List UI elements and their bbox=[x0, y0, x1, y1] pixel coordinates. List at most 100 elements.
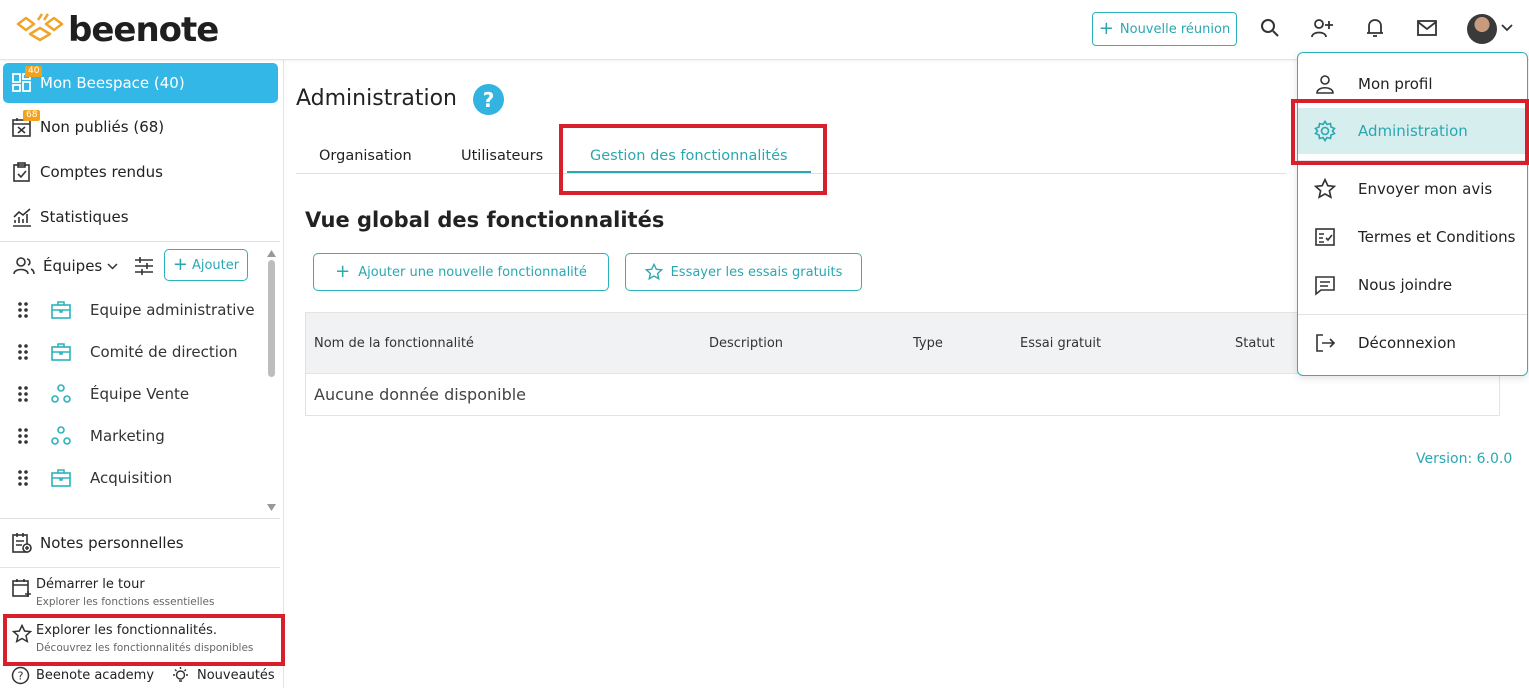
menu-item-label: Mon profil bbox=[1358, 75, 1433, 93]
sidebar-item-statistics[interactable]: Statistiques bbox=[0, 197, 284, 237]
add-user-icon[interactable] bbox=[1310, 16, 1334, 40]
mail-icon[interactable] bbox=[1415, 16, 1439, 40]
divider bbox=[1298, 314, 1527, 315]
beenote-logo[interactable]: beenote bbox=[16, 8, 219, 52]
column-header[interactable]: Description bbox=[709, 336, 783, 351]
team-label: Equipe administrative bbox=[90, 301, 255, 319]
sidebar-item-reports[interactable]: Comptes rendus bbox=[0, 152, 284, 192]
new-meeting-button[interactable]: + Nouvelle réunion bbox=[1092, 12, 1237, 46]
sidebar: 40 Mon Beespace (40) 68 Non publiés (68)… bbox=[0, 60, 284, 688]
drag-handle-icon[interactable] bbox=[17, 301, 29, 319]
sidebar-item-label: Statistiques bbox=[40, 208, 129, 226]
drag-handle-icon[interactable] bbox=[17, 385, 29, 403]
add-team-button[interactable]: + Ajouter bbox=[164, 249, 248, 281]
column-header[interactable]: Type bbox=[913, 336, 943, 351]
sidebar-item-unpublished[interactable]: 68 Non publiés (68) bbox=[0, 107, 284, 147]
logout-icon bbox=[1316, 334, 1336, 352]
chevron-down-icon[interactable] bbox=[107, 263, 118, 270]
top-bar: beenote + Nouvelle réunion bbox=[0, 0, 1529, 60]
user-icon bbox=[1316, 75, 1334, 94]
add-team-label: Ajouter bbox=[191, 257, 240, 273]
news-link[interactable]: Nouveautés bbox=[197, 668, 275, 683]
briefcase-icon bbox=[51, 343, 71, 361]
briefcase-icon bbox=[51, 301, 71, 319]
free-trial-label: Essayer les essais gratuits bbox=[670, 264, 843, 280]
sidebar-item-notes[interactable]: Notes personnelles bbox=[0, 523, 284, 563]
highlight-box bbox=[1291, 99, 1529, 165]
column-header[interactable]: Statut bbox=[1235, 336, 1275, 351]
scrollbar-thumb[interactable] bbox=[268, 260, 275, 377]
column-header[interactable]: Nom de la fonctionnalité bbox=[314, 336, 474, 351]
briefcase-icon bbox=[51, 469, 71, 487]
column-header[interactable]: Essai gratuit bbox=[1020, 336, 1101, 351]
page-title: Administration bbox=[296, 86, 457, 111]
search-icon[interactable] bbox=[1258, 16, 1282, 40]
drag-handle-icon[interactable] bbox=[17, 469, 29, 487]
team-label: Marketing bbox=[90, 427, 165, 445]
highlight-box bbox=[559, 124, 827, 195]
sidebar-item-label: Mon Beespace (40) bbox=[40, 74, 185, 92]
academy-link[interactable]: Beenote academy bbox=[36, 668, 154, 683]
drag-handle-icon[interactable] bbox=[17, 427, 29, 445]
bee-logo-icon bbox=[16, 13, 64, 42]
tab-users[interactable]: Utilisateurs bbox=[461, 148, 543, 164]
team-label: Équipe Vente bbox=[90, 385, 190, 403]
logo-text: beenote bbox=[68, 10, 219, 50]
filter-settings-icon[interactable] bbox=[134, 256, 154, 276]
menu-item-label: Envoyer mon avis bbox=[1358, 180, 1493, 198]
bell-icon[interactable] bbox=[1363, 16, 1387, 40]
start-tour-title: Démarrer le tour bbox=[36, 577, 145, 592]
teams-label[interactable]: Équipes bbox=[43, 257, 102, 275]
menu-item-contact[interactable]: Nous joindre bbox=[1298, 262, 1527, 308]
star-icon bbox=[644, 263, 663, 281]
checklist-icon bbox=[1315, 228, 1335, 246]
scroll-up-icon[interactable] bbox=[267, 250, 276, 257]
team-item[interactable]: Équipe Vente bbox=[0, 373, 264, 415]
sidebar-item-label: Comptes rendus bbox=[40, 163, 163, 181]
menu-item-feedback[interactable]: Envoyer mon avis bbox=[1298, 166, 1527, 212]
clipboard-check-icon bbox=[13, 162, 30, 182]
add-feature-button[interactable]: + Ajouter une nouvelle fonctionnalité bbox=[313, 253, 609, 291]
menu-item-label: Termes et Conditions bbox=[1358, 228, 1516, 246]
drag-handle-icon[interactable] bbox=[17, 343, 29, 361]
group-icon bbox=[51, 384, 71, 403]
divider bbox=[0, 518, 280, 519]
sidebar-footer: ? Beenote academy Nouveautés bbox=[0, 663, 284, 688]
plus-icon: + bbox=[172, 254, 188, 275]
calendar-plus-icon bbox=[12, 579, 31, 597]
unpublished-badge: 68 bbox=[23, 110, 41, 121]
team-item[interactable]: Equipe administrative bbox=[0, 289, 264, 331]
add-feature-label: Ajouter une nouvelle fonctionnalité bbox=[358, 264, 587, 280]
teams-header: Équipes + Ajouter bbox=[0, 246, 280, 286]
start-tour-subtitle: Explorer les fonctions essentielles bbox=[36, 596, 215, 608]
start-tour-item[interactable]: Démarrer le tour Explorer les fonctions … bbox=[0, 572, 284, 614]
free-trial-button[interactable]: Essayer les essais gratuits bbox=[625, 253, 862, 291]
menu-item-logout[interactable]: Déconnexion bbox=[1298, 320, 1527, 366]
divider bbox=[0, 241, 280, 242]
sidebar-item-beespace[interactable]: 40 Mon Beespace (40) bbox=[3, 63, 278, 103]
svg-text:?: ? bbox=[18, 670, 24, 683]
team-item[interactable]: Comité de direction bbox=[0, 331, 264, 373]
chevron-down-icon[interactable] bbox=[1497, 16, 1517, 40]
section-title: Vue global des fonctionnalités bbox=[305, 208, 665, 232]
new-meeting-label: Nouvelle réunion bbox=[1119, 21, 1231, 37]
sidebar-item-label: Notes personnelles bbox=[40, 534, 184, 552]
help-icon[interactable]: ? bbox=[473, 84, 504, 115]
avatar[interactable] bbox=[1467, 14, 1497, 44]
lightbulb-icon bbox=[173, 667, 188, 682]
plus-icon: + bbox=[1098, 18, 1114, 39]
team-item[interactable]: Acquisition bbox=[0, 457, 264, 499]
sidebar-item-label: Non publiés (68) bbox=[40, 118, 165, 136]
tab-organisation[interactable]: Organisation bbox=[319, 148, 412, 164]
team-label: Acquisition bbox=[90, 469, 173, 487]
divider bbox=[0, 567, 280, 568]
message-icon bbox=[1315, 276, 1335, 296]
plus-icon: + bbox=[335, 261, 351, 282]
star-icon bbox=[1314, 178, 1336, 199]
menu-item-label: Déconnexion bbox=[1358, 334, 1456, 352]
group-icon bbox=[51, 426, 71, 445]
menu-item-terms[interactable]: Termes et Conditions bbox=[1298, 214, 1527, 260]
team-item[interactable]: Marketing bbox=[0, 415, 264, 457]
menu-item-label: Nous joindre bbox=[1358, 276, 1453, 294]
scroll-down-icon[interactable] bbox=[267, 504, 276, 511]
